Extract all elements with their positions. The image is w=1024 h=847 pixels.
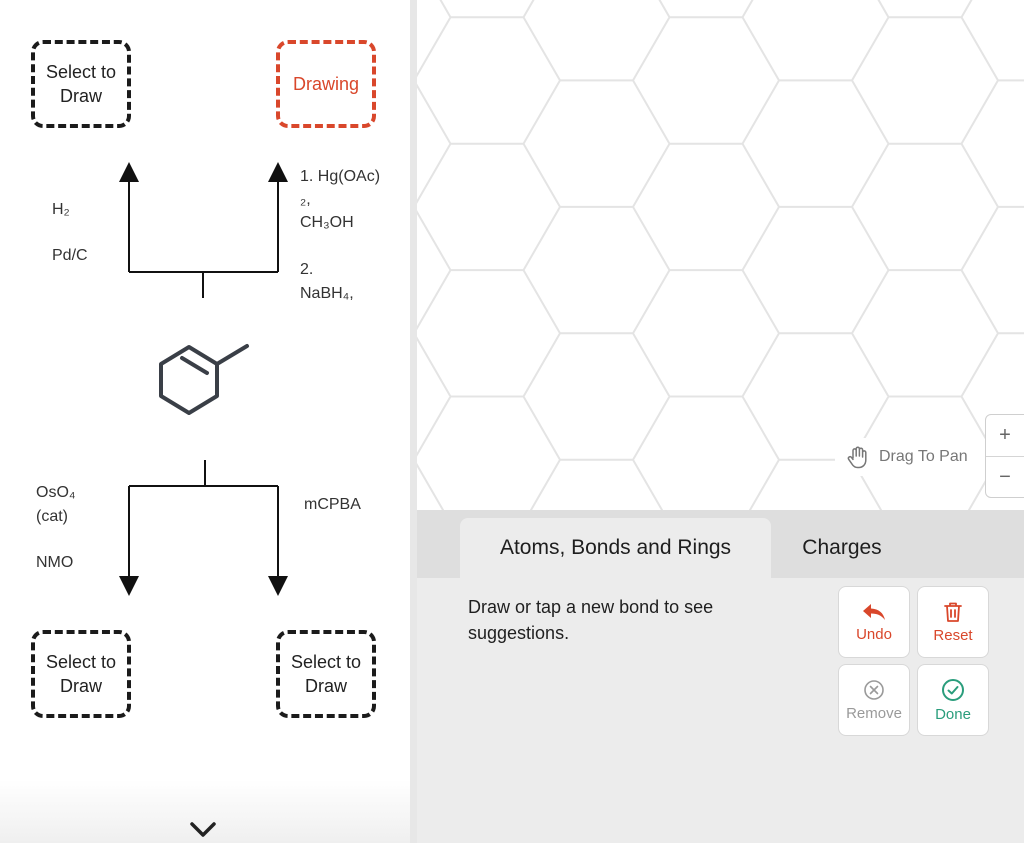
tab-charges[interactable]: Charges <box>771 518 913 578</box>
zoom-out-button[interactable]: − <box>986 457 1024 498</box>
hexagon-grid-lines <box>417 0 1024 510</box>
reagent-nmo: NMO <box>36 554 74 571</box>
zoom-control: + − <box>985 414 1024 498</box>
tool-tabs: Atoms, Bonds and Rings Charges <box>417 510 1024 578</box>
undo-label: Undo <box>856 625 892 643</box>
trash-icon <box>944 602 962 622</box>
expand-button[interactable] <box>186 818 220 842</box>
zoom-in-button[interactable]: + <box>986 415 1024 456</box>
slot-label: Select to Draw <box>45 652 117 696</box>
reagent-step-2: 2. <box>300 261 314 278</box>
remove-button[interactable]: Remove <box>838 664 910 736</box>
hand-icon <box>847 446 867 469</box>
top-branch-arrows <box>119 162 288 298</box>
reagent-osmium-tetroxide: OsO₄ <box>36 484 76 501</box>
bottom-branch-arrows <box>119 460 288 596</box>
done-label: Done <box>935 705 971 723</box>
pan-hint-label: Drag To Pan <box>879 448 968 465</box>
reagent-sodium-borohydride: NaBH₄, <box>300 285 354 302</box>
undo-button[interactable]: Undo <box>838 586 910 658</box>
remove-label: Remove <box>846 704 902 722</box>
drawing-canvas[interactable] <box>417 0 1024 510</box>
reagent-catalytic: (cat) <box>36 508 68 525</box>
undo-arrow-icon <box>863 603 885 620</box>
tab-atoms-bonds-rings[interactable]: Atoms, Bonds and Rings <box>460 518 771 578</box>
reaction-scheme-panel: Select to Draw Drawing Select to Draw Se… <box>0 0 410 843</box>
drag-to-pan-hint: Drag To Pan <box>835 438 978 476</box>
tool-panel: Atoms, Bonds and Rings Charges Draw or t… <box>417 510 1024 843</box>
product-slot-top-left[interactable]: Select to Draw <box>31 40 131 128</box>
check-circle-icon <box>942 678 964 701</box>
slot-label: Select to Draw <box>290 652 362 696</box>
product-slot-bottom-right[interactable]: Select to Draw <box>276 630 376 718</box>
reset-label: Reset <box>933 626 973 644</box>
reagent-catalyst: Pd/C <box>52 247 88 264</box>
reagent-methanol: CH₃OH <box>300 214 354 231</box>
bond-suggestion-hint: Draw or tap a new bond to see suggestion… <box>468 597 714 643</box>
methylcyclohexene-structure <box>159 344 249 415</box>
reagent-mcpba: mCPBA <box>304 496 361 513</box>
product-slot-bottom-left[interactable]: Select to Draw <box>31 630 131 718</box>
hexagon-grid <box>417 0 1024 510</box>
remove-circle-x-icon <box>864 679 884 700</box>
slot-label: Drawing <box>292 74 360 94</box>
reagent-hydrogen: H₂ <box>52 201 70 218</box>
chevron-down-icon <box>190 822 216 837</box>
panel-divider <box>410 0 417 843</box>
reset-button[interactable]: Reset <box>917 586 989 658</box>
done-button[interactable]: Done <box>917 664 989 736</box>
product-slot-top-right[interactable]: Drawing <box>276 40 376 128</box>
reagent-mercuric-acetate: 1. Hg(OAc)₂, <box>300 168 381 208</box>
slot-label: Select to Draw <box>45 62 117 106</box>
